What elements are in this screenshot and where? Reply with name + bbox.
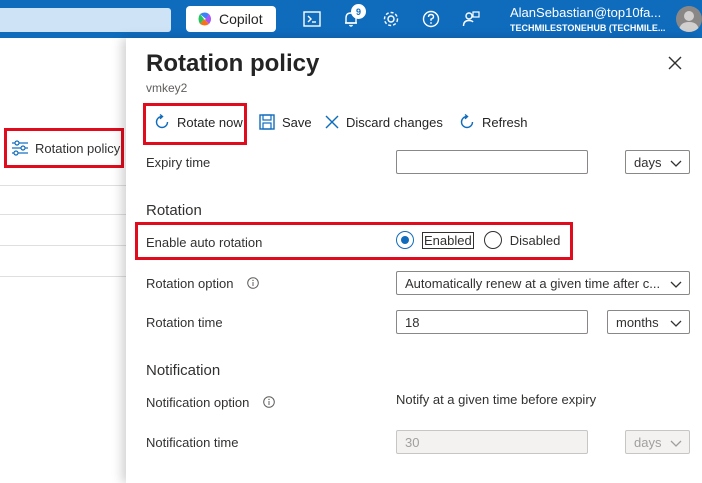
rotation-section-title: Rotation <box>146 202 202 219</box>
top-bar: Copilot 9 AlanSebastian@top10fa... TECHM… <box>0 0 702 38</box>
notification-time-unit-value: days <box>634 434 662 450</box>
divider <box>0 185 126 186</box>
rotation-time-unit-value: months <box>616 314 659 330</box>
account-tenant: TECHMILESTONEHUB (TECHMILE... <box>510 23 666 33</box>
gear-icon[interactable] <box>380 8 402 30</box>
divider <box>0 245 126 246</box>
info-icon[interactable] <box>263 396 275 408</box>
help-icon[interactable] <box>420 8 442 30</box>
expiry-unit-select[interactable]: days <box>625 150 690 174</box>
rotation-option-value: Automatically renew at a given time afte… <box>405 275 661 291</box>
expiry-time-input[interactable] <box>396 150 588 174</box>
rotation-time-input[interactable]: 18 <box>396 310 588 334</box>
notification-section-title: Notification <box>146 362 221 379</box>
notification-option-label: Notification option <box>146 395 250 410</box>
account-name[interactable]: AlanSebastian@top10fa... <box>510 5 670 20</box>
cloud-shell-icon[interactable] <box>301 8 323 30</box>
divider <box>0 214 126 215</box>
save-label: Save <box>282 114 312 130</box>
refresh-button[interactable]: Refresh <box>458 112 528 132</box>
enabled-radio[interactable] <box>396 231 414 249</box>
rotation-option-label: Rotation option <box>146 276 234 291</box>
disabled-radio-label[interactable]: Disabled <box>510 233 561 248</box>
search-input[interactable] <box>0 8 171 32</box>
chevron-down-icon <box>670 320 682 327</box>
notification-time-unit-select: days <box>625 430 690 454</box>
chevron-down-icon <box>670 281 682 288</box>
discard-label: Discard changes <box>346 114 443 130</box>
chevron-down-icon <box>670 440 682 447</box>
notification-option-value: Notify at a given time before expiry <box>396 392 597 407</box>
chevron-down-icon <box>670 160 682 167</box>
page-subtitle: vmkey2 <box>146 81 188 95</box>
rotation-option-label-row: Rotation option <box>146 276 259 291</box>
copilot-label: Copilot <box>219 11 263 27</box>
rotation-option-select[interactable]: Automatically renew at a given time afte… <box>396 271 690 295</box>
auto-rotation-radio-group: Enabled Disabled <box>396 229 560 251</box>
expiry-unit-value: days <box>634 154 662 170</box>
sidebar-item-label: Rotation policy <box>35 140 121 156</box>
notification-time-label: Notification time <box>146 435 239 450</box>
sidebar-item-rotation-policy[interactable]: Rotation policy <box>4 128 124 168</box>
copilot-button[interactable]: Copilot <box>186 6 276 32</box>
refresh-icon <box>460 113 474 129</box>
feedback-icon[interactable] <box>460 8 482 30</box>
auto-rotation-label: Enable auto rotation <box>146 235 263 250</box>
expiry-time-label: Expiry time <box>146 155 211 170</box>
info-icon[interactable] <box>247 277 259 289</box>
copilot-icon <box>198 12 211 26</box>
refresh-label: Refresh <box>482 114 528 130</box>
divider <box>0 276 126 277</box>
save-button[interactable]: Save <box>258 112 312 132</box>
close-icon[interactable] <box>667 55 683 71</box>
notification-badge: 9 <box>351 4 366 19</box>
avatar[interactable] <box>676 6 702 32</box>
settings-sliders-icon <box>12 140 28 156</box>
enabled-radio-label[interactable]: Enabled <box>422 231 474 249</box>
left-blade: Rotation policy <box>0 38 126 483</box>
notification-time-input: 30 <box>396 430 588 454</box>
save-icon <box>259 114 275 130</box>
discard-changes-button[interactable]: Discard changes <box>324 112 443 132</box>
notification-option-label-row: Notification option <box>146 395 275 410</box>
discard-icon <box>325 115 339 129</box>
page-title: Rotation policy <box>146 50 320 77</box>
rotation-time-label: Rotation time <box>146 315 223 330</box>
disabled-radio[interactable] <box>483 231 502 249</box>
rotation-time-unit-select[interactable]: months <box>607 310 690 334</box>
highlight-rotate-now <box>143 103 247 145</box>
